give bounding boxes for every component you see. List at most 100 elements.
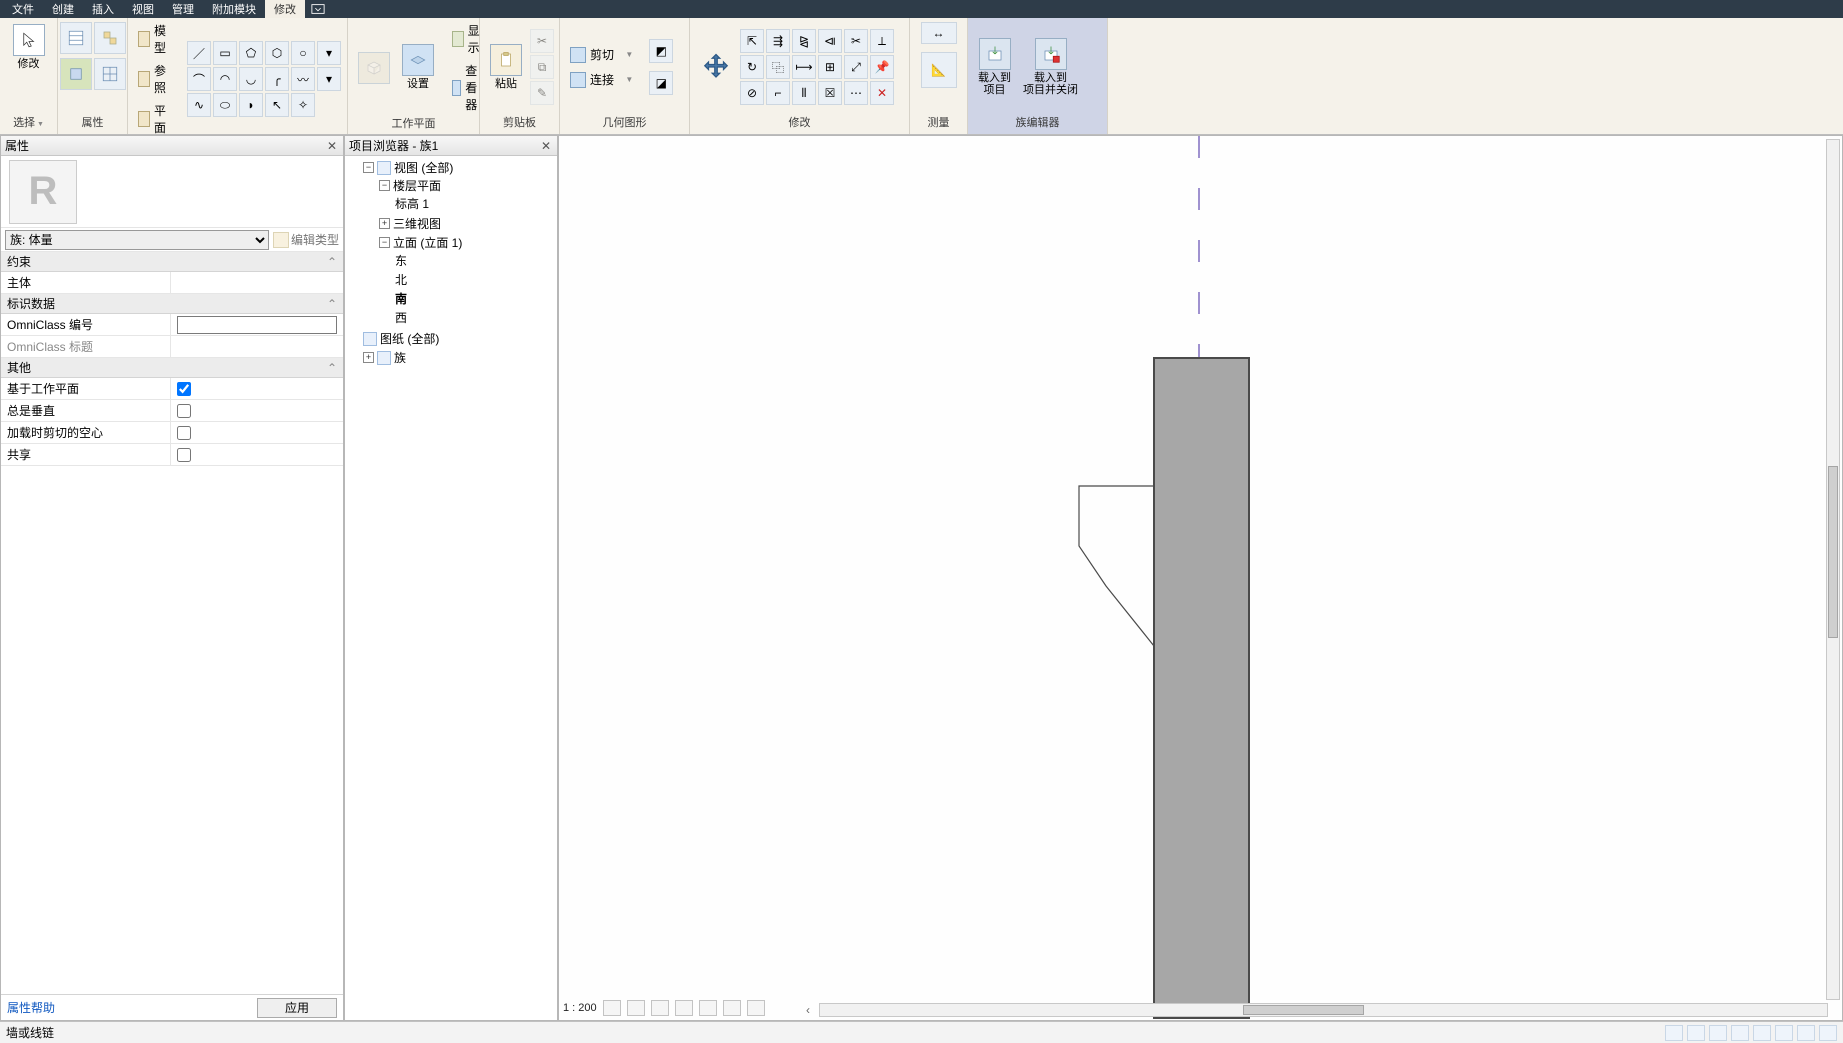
h-scrollbar[interactable]: ‹	[819, 1003, 1828, 1017]
draw-polygon-in[interactable]: ⬠	[239, 41, 263, 65]
section-identity[interactable]: 标识数据⌃	[1, 294, 343, 314]
unpin-tool[interactable]: ⊘	[740, 81, 764, 105]
extend-tool[interactable]: ⟼	[792, 55, 816, 79]
trim-corner-tool[interactable]: ⌐	[766, 81, 790, 105]
menu-create[interactable]: 创建	[43, 0, 83, 18]
tree-elev-south[interactable]: 南	[395, 290, 407, 307]
match-button[interactable]: ✎	[530, 81, 554, 105]
join-geometry[interactable]: 连接 ▼	[566, 71, 637, 88]
draw-spline-pts[interactable]: 〰	[291, 67, 315, 91]
crop-view[interactable]	[699, 1000, 717, 1016]
detail-level[interactable]	[603, 1000, 621, 1016]
workplane-based-checkbox[interactable]	[177, 382, 191, 396]
edit-type-button[interactable]: 编辑类型	[273, 231, 339, 248]
offset-tool[interactable]: ⇶	[766, 29, 790, 53]
close-browser[interactable]: ✕	[539, 139, 553, 153]
sun-path[interactable]	[651, 1000, 669, 1016]
draw-ellipse[interactable]: ⬭	[213, 93, 237, 117]
status-filter[interactable]	[1819, 1025, 1837, 1041]
array-tool[interactable]: ⊞	[818, 55, 842, 79]
draw-ellipse-half[interactable]: ◗	[239, 93, 263, 117]
close-properties[interactable]: ✕	[325, 139, 339, 153]
tree-toggle[interactable]: −	[363, 162, 374, 173]
browser-titlebar[interactable]: 项目浏览器 - 族1 ✕	[345, 136, 557, 156]
family-types-button[interactable]	[94, 22, 126, 54]
workplane-set[interactable]: 设置	[398, 42, 438, 92]
tree-sheets[interactable]: 图纸 (全部)	[380, 330, 439, 347]
shadows[interactable]	[675, 1000, 693, 1016]
status-editable-only[interactable]	[1709, 1025, 1727, 1041]
prop-value-host[interactable]	[171, 272, 343, 293]
tree-toggle[interactable]: −	[379, 237, 390, 248]
apply-button[interactable]: 应用	[257, 998, 337, 1018]
mirror-draw-tool[interactable]: ⧏	[818, 29, 842, 53]
section-constraints[interactable]: 约束⌃	[1, 252, 343, 272]
draw-polygon-circ[interactable]: ⬡	[265, 41, 289, 65]
type-selector[interactable]: 族: 体量	[5, 230, 269, 250]
demolish-tool[interactable]: ☒	[818, 81, 842, 105]
draw-point[interactable]: ✧	[291, 93, 315, 117]
reference-line-button[interactable]: 参照	[134, 62, 175, 96]
tree-level-1[interactable]: 标高 1	[395, 195, 429, 212]
visual-style[interactable]	[627, 1000, 645, 1016]
copy-tool[interactable]: ⿻	[766, 55, 790, 79]
copy-button[interactable]: ⧉	[530, 55, 554, 79]
more-modify-tool[interactable]: ⋯	[844, 81, 868, 105]
draw-arc-start[interactable]: ⌒	[187, 67, 211, 91]
view-scale[interactable]: 1 : 200	[563, 1002, 597, 1014]
menu-manage[interactable]: 管理	[163, 0, 203, 18]
cut-geometry[interactable]: 剪切 ▼	[566, 46, 637, 63]
load-into-project[interactable]: 载入到 项目	[974, 36, 1015, 98]
aligned-dim[interactable]: ↔	[921, 22, 957, 44]
draw-rect[interactable]: ▭	[213, 41, 237, 65]
trim-tool[interactable]: ⟂	[870, 29, 894, 53]
modify-tool[interactable]: 修改	[9, 22, 49, 72]
properties-button[interactable]	[60, 22, 92, 54]
load-into-project-close[interactable]: 载入到 项目并关闭	[1019, 36, 1082, 98]
tree-elevations[interactable]: 立面 (立面 1)	[393, 234, 462, 251]
tree-toggle[interactable]: −	[379, 180, 390, 191]
scale-tool[interactable]: ⤢	[844, 55, 868, 79]
status-drag[interactable]	[1797, 1025, 1815, 1041]
status-select-links[interactable]	[1731, 1025, 1749, 1041]
move-tool[interactable]	[696, 49, 736, 85]
split-gap-tool[interactable]: ⦀	[792, 81, 816, 105]
paste-button[interactable]: 粘贴	[486, 42, 526, 92]
draw-fillet[interactable]: ╭	[265, 67, 289, 91]
status-select-pinned[interactable]	[1753, 1025, 1771, 1041]
status-design-options[interactable]	[1687, 1025, 1705, 1041]
delete-tool[interactable]: ✕	[870, 81, 894, 105]
workplane-set-dropdown[interactable]	[354, 50, 394, 86]
tree-toggle[interactable]: +	[363, 352, 374, 363]
rotate-tool[interactable]: ↻	[740, 55, 764, 79]
tree-elev-north[interactable]: 北	[395, 271, 407, 288]
tree-toggle[interactable]: +	[379, 218, 390, 229]
draw-pick[interactable]: ↖	[265, 93, 289, 117]
align-tool[interactable]: ⇱	[740, 29, 764, 53]
section-other[interactable]: 其他⌃	[1, 358, 343, 378]
tree-floorplans[interactable]: 楼层平面	[393, 177, 441, 194]
menu-modify[interactable]: 修改	[265, 0, 305, 18]
mirror-pick-tool[interactable]: ⧎	[792, 29, 816, 53]
tree-elev-east[interactable]: 东	[395, 252, 407, 269]
cope-button[interactable]: ◩	[649, 39, 673, 63]
draw-circle[interactable]: ○	[291, 41, 315, 65]
menu-addins[interactable]: 附加模块	[203, 0, 265, 18]
draw-more-1[interactable]: ▾	[317, 41, 341, 65]
status-workset[interactable]	[1665, 1025, 1683, 1041]
family-category-button[interactable]	[60, 58, 92, 90]
v-scrollbar[interactable]	[1826, 139, 1840, 1000]
measure-tool[interactable]: 📐	[921, 52, 957, 88]
lock-view[interactable]	[747, 1000, 765, 1016]
properties-titlebar[interactable]: 属性 ✕	[1, 136, 343, 156]
split-tool[interactable]: ✂	[844, 29, 868, 53]
always-vertical-checkbox[interactable]	[177, 404, 191, 418]
draw-spline[interactable]: ∿	[187, 93, 211, 117]
menu-overflow[interactable]	[311, 2, 325, 16]
omniclass-number-input[interactable]	[177, 316, 337, 334]
draw-more-2[interactable]: ▾	[317, 67, 341, 91]
tree-3dviews[interactable]: 三维视图	[393, 215, 441, 232]
tree-elev-west[interactable]: 西	[395, 309, 407, 326]
tree-views[interactable]: 视图 (全部)	[394, 159, 453, 176]
draw-arc-center[interactable]: ◠	[213, 67, 237, 91]
